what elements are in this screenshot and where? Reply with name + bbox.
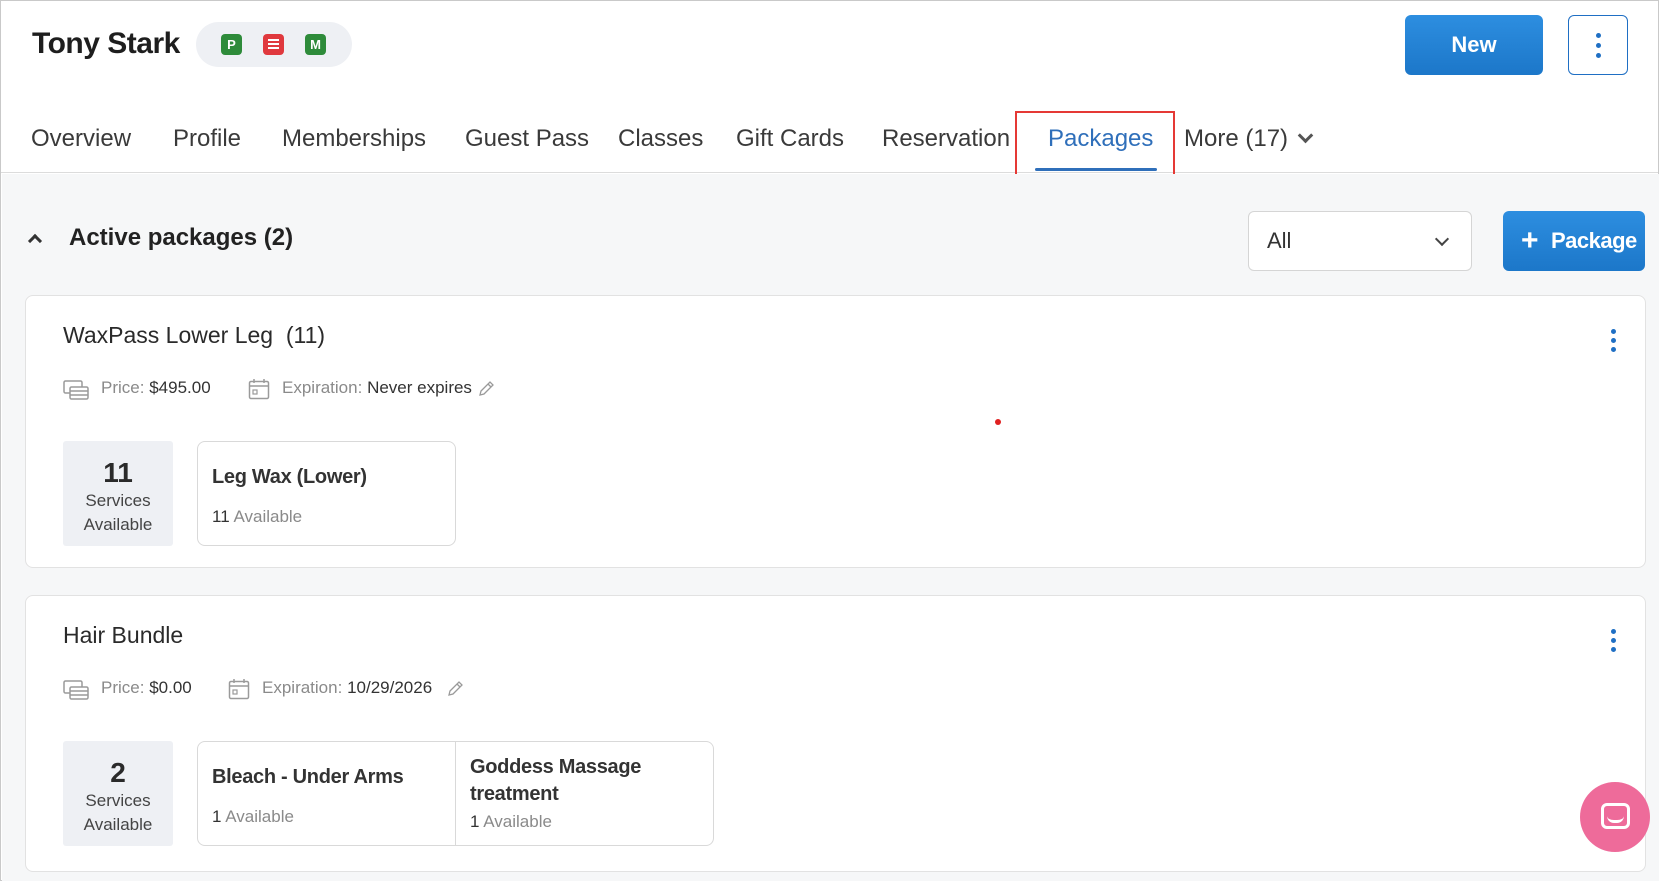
- services-list: Bleach - Under Arms 1 Available Goddess …: [197, 741, 714, 846]
- service-availability: 1 Available: [212, 807, 294, 826]
- chevron-down-icon: [1434, 231, 1450, 247]
- package-filter-select[interactable]: All: [1248, 211, 1472, 271]
- money-icon: [63, 680, 89, 700]
- client-badges: P M: [196, 22, 352, 67]
- package-price: Price: $0.00: [101, 678, 192, 697]
- tab-guest-pass[interactable]: Guest Pass: [465, 125, 589, 153]
- tab-more[interactable]: More (17): [1184, 125, 1314, 153]
- tab-gift-cards[interactable]: Gift Cards: [736, 125, 844, 153]
- edit-pencil-icon[interactable]: [446, 680, 464, 698]
- service-item[interactable]: Leg Wax (Lower) 11 Available: [198, 442, 455, 545]
- calendar-icon: [248, 379, 270, 400]
- money-icon: [63, 380, 89, 400]
- package-options-button[interactable]: [1603, 324, 1623, 356]
- services-count: 11: [103, 457, 133, 488]
- service-name: Bleach - Under Arms: [212, 766, 404, 788]
- chat-support-button[interactable]: [1580, 782, 1650, 852]
- p-badge-icon[interactable]: P: [221, 34, 242, 55]
- filter-value: All: [1267, 228, 1292, 253]
- more-options-button[interactable]: [1568, 15, 1628, 75]
- services-count-box: 2 Services Available: [63, 741, 173, 846]
- collapse-section-icon[interactable]: [27, 233, 43, 249]
- section-title: Active packages (2): [69, 224, 294, 251]
- client-name: Tony Stark: [32, 27, 180, 60]
- package-title: WaxPass Lower Leg (11): [63, 322, 326, 348]
- service-availability: 1 Available: [470, 812, 552, 831]
- edit-pencil-icon[interactable]: [477, 380, 495, 398]
- services-list: Leg Wax (Lower) 11 Available: [197, 441, 456, 546]
- package-card: WaxPass Lower Leg (11) Price: $495.00 Ex…: [25, 295, 1646, 568]
- add-package-button[interactable]: + Package: [1503, 211, 1645, 271]
- service-item[interactable]: Bleach - Under Arms 1 Available: [198, 742, 455, 845]
- app-frame: Tony Stark P M New Overview Profile Memb…: [0, 0, 1659, 881]
- calendar-icon: [228, 679, 250, 700]
- packages-panel: Active packages (2) All + Package WaxPas…: [2, 174, 1659, 881]
- m-badge-icon[interactable]: M: [305, 34, 326, 55]
- tab-profile[interactable]: Profile: [173, 125, 241, 153]
- more-vertical-icon: [1610, 337, 1616, 343]
- tab-memberships[interactable]: Memberships: [282, 125, 426, 153]
- tab-classes[interactable]: Classes: [618, 125, 703, 153]
- tab-reservation[interactable]: Reservation: [882, 125, 1010, 153]
- services-count: 2: [110, 757, 126, 788]
- service-availability: 11 Available: [212, 507, 303, 526]
- package-expiration: Expiration: 10/29/2026: [262, 678, 433, 697]
- cursor-marker: [995, 419, 1001, 425]
- plus-icon: +: [1521, 224, 1539, 257]
- package-price: Price: $495.00: [101, 378, 211, 397]
- service-item[interactable]: Goddess Massage treatment 1 Available: [455, 742, 712, 845]
- service-name: Leg Wax (Lower): [212, 466, 367, 488]
- more-vertical-icon: [1610, 637, 1616, 643]
- services-count-box: 11 Services Available: [63, 441, 173, 546]
- package-card: Hair Bundle Price: $0.00 Expiration: 10/…: [25, 595, 1646, 872]
- package-options-button[interactable]: [1603, 624, 1623, 656]
- tab-bar: Overview Profile Memberships Guest Pass …: [1, 101, 1658, 173]
- new-button[interactable]: New: [1405, 15, 1543, 75]
- tab-more-label: More (17): [1184, 125, 1289, 152]
- tab-overview[interactable]: Overview: [31, 125, 131, 153]
- chevron-down-icon: [1297, 127, 1314, 144]
- add-package-label: Package: [1551, 228, 1637, 253]
- package-expiration: Expiration: Never expires: [282, 378, 472, 397]
- chat-badge-icon[interactable]: [263, 34, 284, 55]
- more-vertical-icon: [1595, 42, 1601, 48]
- service-name: Goddess Massage treatment: [470, 756, 642, 805]
- package-title: Hair Bundle: [63, 622, 184, 648]
